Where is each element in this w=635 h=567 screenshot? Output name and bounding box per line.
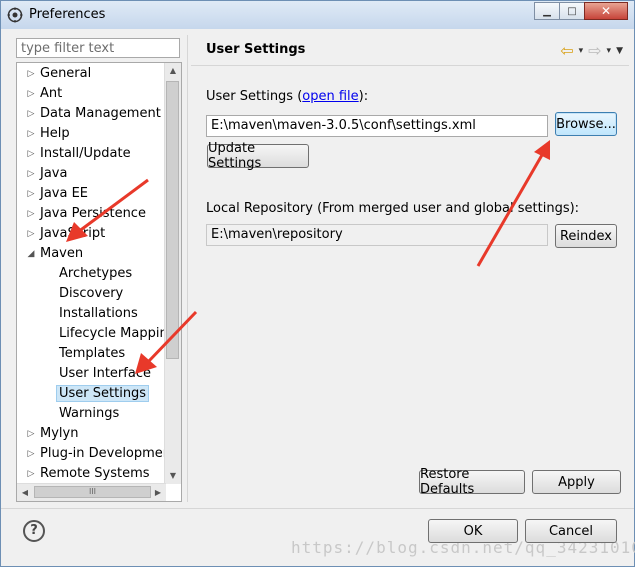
- tree-item[interactable]: ▷ Help: [28, 125, 70, 143]
- scroll-down-icon[interactable]: ▼: [165, 468, 181, 484]
- page-navigation: ⇦ ▾ ⇨ ▾ ▼: [560, 41, 623, 60]
- tree-item-label: Install/Update: [40, 146, 131, 161]
- maximize-button[interactable]: □: [559, 2, 585, 20]
- preferences-window: Preferences ▁ □ ✕ type filter text ▷ Gene…: [0, 0, 635, 567]
- user-settings-label-end: ):: [358, 89, 369, 104]
- tree-item-label: Plug-in Development: [40, 446, 177, 461]
- collapsed-chevron-icon[interactable]: ▷: [26, 465, 36, 483]
- tree-item[interactable]: Discovery: [59, 285, 123, 303]
- cancel-button[interactable]: Cancel: [525, 519, 617, 543]
- tree-item[interactable]: ▷ Install/Update: [28, 145, 131, 163]
- tree-item-label: Mylyn: [40, 426, 79, 441]
- preference-page: User Settings ⇦ ▾ ⇨ ▾ ▼ User Settings (o…: [191, 35, 629, 502]
- tree-vertical-scrollbar[interactable]: ▲ ▼: [164, 63, 181, 484]
- tree-item-label: Templates: [59, 346, 126, 361]
- forward-arrow-icon[interactable]: ⇨: [588, 41, 601, 60]
- tree-item[interactable]: ▷ JavaScript: [28, 225, 106, 243]
- restore-defaults-button[interactable]: Restore Defaults: [419, 467, 525, 497]
- eclipse-app-icon: [7, 7, 23, 23]
- tree-item-label: General: [40, 66, 92, 81]
- scroll-left-icon[interactable]: ◀: [17, 484, 33, 501]
- tree-item-label: User Settings: [56, 385, 150, 402]
- user-settings-label: User Settings (open file):: [206, 89, 368, 104]
- tree-horizontal-scrollbar[interactable]: ◀ III ▶: [17, 483, 166, 501]
- pane-divider[interactable]: [187, 35, 188, 502]
- tree-item[interactable]: Installations: [59, 305, 138, 323]
- tree-item-label: Remote Systems: [40, 466, 150, 481]
- open-file-link[interactable]: open file: [302, 89, 358, 104]
- tree-item[interactable]: ▷ Ant: [28, 85, 63, 103]
- preference-tree[interactable]: ▷ General ▷ Ant ▷ Data Management ▷ Help ▷ Instal…: [16, 62, 182, 502]
- tree-item-label: JavaScript: [40, 226, 106, 241]
- tree-item[interactable]: ▷ Java: [28, 165, 68, 183]
- tree-item-label: Java: [40, 166, 68, 181]
- local-repository-path: E:\maven\repository: [206, 224, 548, 246]
- tree-item-label: Installations: [59, 306, 138, 321]
- forward-history-chevron-down-icon[interactable]: ▾: [607, 46, 612, 56]
- vertical-scroll-thumb[interactable]: [166, 81, 179, 359]
- tree-item[interactable]: User Interface: [59, 365, 151, 383]
- update-settings-button[interactable]: Update Settings: [207, 141, 309, 171]
- collapsed-chevron-icon[interactable]: ▷: [26, 445, 36, 463]
- tree-item[interactable]: ▷ Plug-in Development: [28, 445, 177, 463]
- ok-button[interactable]: OK: [428, 519, 518, 543]
- tree-item-label: Ant: [40, 86, 63, 101]
- tree-item[interactable]: Templates: [59, 345, 125, 363]
- tree-item[interactable]: Archetypes: [59, 265, 132, 283]
- collapsed-chevron-icon[interactable]: ▷: [26, 85, 36, 103]
- header-separator: [191, 65, 629, 66]
- back-arrow-icon[interactable]: ⇦: [560, 41, 573, 60]
- tree-item-label: User Interface: [59, 366, 151, 381]
- tree-item[interactable]: Warnings: [59, 405, 119, 423]
- back-history-chevron-down-icon[interactable]: ▾: [579, 46, 584, 56]
- collapsed-chevron-icon[interactable]: ▷: [26, 185, 36, 203]
- tree-item-label: Warnings: [59, 406, 120, 421]
- filter-input[interactable]: type filter text: [16, 38, 180, 58]
- tree-item[interactable]: ▷ Data Management: [28, 105, 161, 123]
- user-settings-label-text: User Settings (: [206, 89, 303, 104]
- collapsed-chevron-icon[interactable]: ▷: [26, 425, 36, 443]
- tree-item-label: Java Persistence: [40, 206, 146, 221]
- tree-item[interactable]: ▷ General: [28, 65, 92, 83]
- apply-button[interactable]: Apply: [532, 470, 621, 494]
- tree-item[interactable]: Lifecycle Mapping: [59, 325, 176, 343]
- collapsed-chevron-icon[interactable]: ▷: [26, 225, 36, 243]
- expanded-chevron-icon[interactable]: ◢: [26, 245, 36, 263]
- tree-item[interactable]: ▷ Java Persistence: [28, 205, 146, 223]
- collapsed-chevron-icon[interactable]: ▷: [26, 205, 36, 223]
- tree-item-label: Java EE: [40, 186, 89, 201]
- tree-item[interactable]: ▷ Mylyn: [28, 425, 79, 443]
- collapsed-chevron-icon[interactable]: ▷: [26, 125, 36, 143]
- browse-button[interactable]: Browse...: [555, 112, 617, 136]
- title-bar[interactable]: Preferences ▁ □ ✕: [1, 1, 634, 29]
- minimize-button[interactable]: ▁: [534, 2, 560, 20]
- collapsed-chevron-icon[interactable]: ▷: [26, 165, 36, 183]
- window-title: Preferences: [29, 7, 106, 22]
- horizontal-scroll-thumb[interactable]: III: [34, 486, 151, 498]
- close-button[interactable]: ✕: [584, 2, 628, 20]
- scroll-up-icon[interactable]: ▲: [165, 63, 181, 79]
- tree-item-label: Maven: [40, 246, 84, 261]
- collapsed-chevron-icon[interactable]: ▷: [26, 105, 36, 123]
- window-controls: ▁ □ ✕: [534, 2, 628, 20]
- collapsed-chevron-icon[interactable]: ▷: [26, 65, 36, 83]
- help-icon[interactable]: ?: [23, 520, 45, 542]
- view-menu-icon[interactable]: ▼: [616, 46, 623, 56]
- tree-item-label: Discovery: [59, 286, 124, 301]
- tree-item-label: Help: [40, 126, 70, 141]
- local-repository-label: Local Repository (From merged user and g…: [206, 201, 580, 216]
- user-settings-path-input[interactable]: E:\maven\maven-3.0.5\conf\settings.xml: [206, 115, 548, 137]
- footer-separator: [1, 508, 634, 509]
- tree-item-label: Lifecycle Mapping: [59, 326, 176, 341]
- tree-item-label: Archetypes: [59, 266, 133, 281]
- tree-item[interactable]: User Settings: [56, 385, 150, 403]
- reindex-button[interactable]: Reindex: [555, 224, 617, 248]
- tree-item[interactable]: ▷ Remote Systems: [28, 465, 150, 483]
- tree-item[interactable]: ▷ Java EE: [28, 185, 89, 203]
- tree-item[interactable]: ◢ Maven: [28, 245, 84, 263]
- scroll-right-icon[interactable]: ▶: [150, 484, 166, 501]
- tree-item-label: Data Management: [40, 106, 161, 121]
- page-title: User Settings: [206, 42, 306, 57]
- collapsed-chevron-icon[interactable]: ▷: [26, 145, 36, 163]
